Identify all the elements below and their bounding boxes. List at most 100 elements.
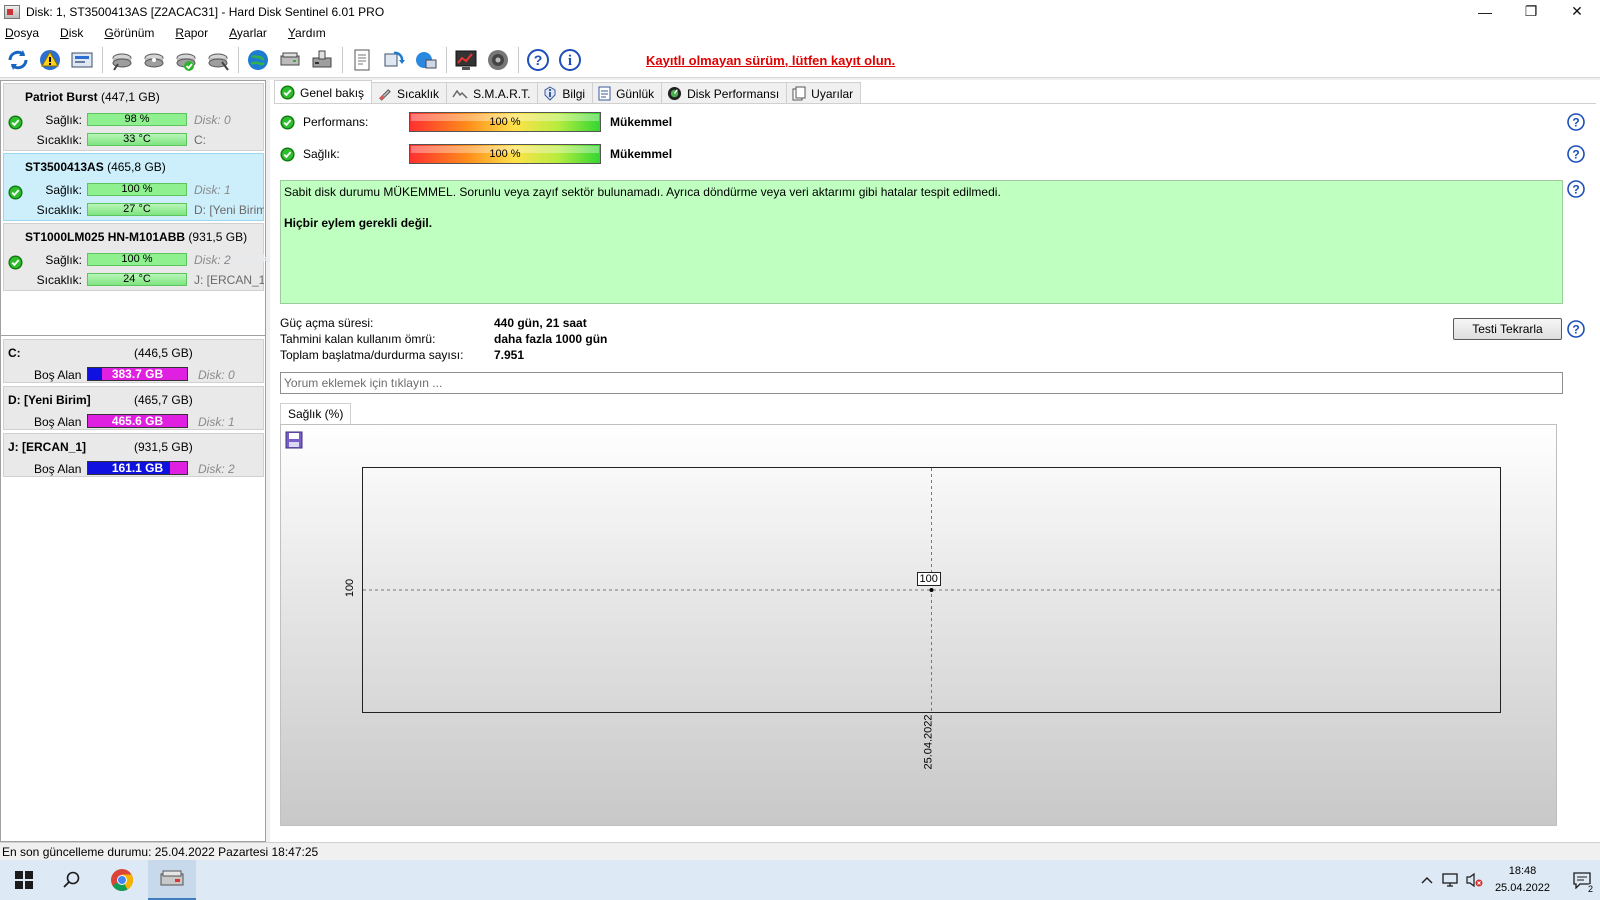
retest-button[interactable]: Testi Tekrarla (1453, 318, 1562, 340)
free-space-value: 383.7 GB (111, 367, 164, 381)
tab-label: Genel bakış (300, 85, 365, 100)
drive-letter: J: [ERCAN_1] (194, 273, 264, 287)
app-icon (4, 4, 20, 19)
menu-yardim[interactable]: Yardım (288, 26, 326, 40)
toolbar-separator (518, 47, 519, 73)
volume-muted-icon[interactable] (1464, 860, 1486, 900)
help-icon[interactable]: ? (1567, 320, 1585, 338)
health-chart: 100 25.04.2022 100 (280, 424, 1557, 826)
health-value: 100 % (489, 148, 521, 160)
status-ok-icon (280, 114, 295, 130)
start-button[interactable] (0, 860, 48, 900)
disk-entry[interactable]: ST1000LM025 HN-M101ABB (931,5 GB) Sağlık… (3, 223, 264, 291)
svg-text:?: ? (1572, 116, 1579, 130)
tab-label: Bilgi (562, 86, 586, 101)
clock[interactable]: 18:48 25.04.2022 (1495, 863, 1550, 897)
temperature-label: Sıcaklık: (36, 203, 82, 217)
comment-input[interactable]: Yorum eklemek için tıklayın ... (280, 372, 1563, 394)
log-icon (598, 86, 611, 101)
disk-size: (465,8 GB) (107, 160, 166, 174)
help-icon[interactable]: ? (1567, 113, 1585, 131)
disk-ok-icon[interactable] (172, 46, 200, 74)
smart-icon (452, 88, 468, 100)
disk-name: Patriot Burst (25, 90, 98, 104)
performance-rating: Mükemmel (610, 115, 673, 129)
performance-label: Performans: (303, 115, 369, 129)
volume-entry[interactable]: J: [ERCAN_1] (931,5 GB) Boş Alan 161.1 G… (3, 433, 264, 477)
lifetime-value: daha fazla 1000 gün (494, 332, 608, 346)
disk-tool-icon[interactable] (108, 46, 136, 74)
tab-disk-performance[interactable]: Disk Performansı (661, 82, 788, 104)
tab-log[interactable]: Günlük (592, 82, 663, 104)
volume-entry[interactable]: C: (446,5 GB) Boş Alan 383.7 GB Disk: 0 (3, 339, 264, 383)
temperature-label: Sıcaklık: (36, 273, 82, 287)
alerts-icon (792, 86, 806, 101)
hd-sentinel-taskbar-button[interactable] (148, 860, 196, 900)
volume-entry[interactable]: D: [Yeni Birim] (465,7 GB) Boş Alan 465.… (3, 386, 264, 430)
registration-warning-link[interactable]: Kayıtlı olmayan sürüm, lütfen kayıt olun… (646, 53, 895, 68)
network-icon[interactable] (412, 46, 440, 74)
title-bar: Disk: 1, ST3500413AS [Z2ACAC31] - Hard D… (0, 0, 1600, 23)
sync-icon[interactable] (380, 46, 408, 74)
notification-center-icon[interactable]: 2 (1565, 860, 1599, 900)
web-icon[interactable] (244, 46, 272, 74)
status-bar: En son güncelleme durumu: 25.04.2022 Paz… (0, 842, 1600, 860)
disk-size: (931,5 GB) (188, 230, 248, 244)
refresh-icon[interactable] (4, 46, 32, 74)
disk-info-icon[interactable] (276, 46, 304, 74)
chart-tab-health[interactable]: Sağlık (%) (280, 403, 352, 425)
disk-entry[interactable]: Patriot Burst (447,1 GB) Sağlık: 98 % Di… (3, 83, 264, 151)
health-label: Sağlık: (45, 253, 82, 267)
minimize-button[interactable]: — (1462, 0, 1508, 23)
free-space-label: Boş Alan (34, 462, 82, 476)
system-tray: 18:48 25.04.2022 2 (1415, 860, 1600, 900)
health-bar: 100 % (409, 144, 601, 164)
status-ok-icon (8, 185, 23, 200)
chrome-taskbar-button[interactable] (98, 860, 146, 900)
tab-overview[interactable]: Genel bakış (274, 80, 373, 104)
chart-icon[interactable] (452, 46, 480, 74)
menu-dosya[interactable]: Dosya (5, 26, 39, 40)
tab-temperature[interactable]: Sıcaklık (371, 82, 448, 104)
help-icon[interactable]: ? (524, 46, 552, 74)
maximize-button[interactable]: ❐ (1508, 0, 1554, 23)
tab-alerts[interactable]: Uyarılar (786, 82, 862, 104)
temperature-bar: 33 °C (87, 133, 187, 146)
volume-name: D: [Yeni Birim] (8, 393, 91, 407)
windows-icon (15, 871, 33, 889)
tab-label: Uyarılar (811, 86, 854, 101)
menu-rapor[interactable]: Rapor (175, 26, 208, 40)
info-icon[interactable]: i (556, 46, 584, 74)
start-stop-value: 7.951 (494, 348, 525, 362)
performance-bar: 100 % (409, 112, 601, 132)
tab-smart[interactable]: S.M.A.R.T. (446, 82, 539, 104)
help-icon[interactable]: ? (1567, 145, 1585, 163)
menu-disk[interactable]: Disk (60, 26, 83, 40)
document-icon[interactable] (348, 46, 376, 74)
disk-settings-icon[interactable] (204, 46, 232, 74)
search-button[interactable] (48, 860, 96, 900)
svg-text:?: ? (1572, 323, 1579, 337)
alert-icon[interactable] (36, 46, 64, 74)
menu-gorunum[interactable]: Görünüm (104, 26, 154, 40)
disk-export-icon[interactable] (308, 46, 336, 74)
disk-check-icon[interactable] (140, 46, 168, 74)
chevron-up-icon[interactable] (1416, 860, 1438, 900)
free-space-bar: 465.6 GB (87, 414, 188, 428)
status-ok-icon (8, 115, 23, 130)
disk-entry-selected[interactable]: ST3500413AS (465,8 GB) Sağlık: 100 % Dis… (3, 153, 264, 221)
speaker-icon[interactable] (484, 46, 512, 74)
tab-info[interactable]: Bilgi (537, 82, 594, 104)
health-label: Sağlık: (303, 147, 340, 161)
lifetime-label: Tahmini kalan kullanım ömrü: (280, 332, 436, 346)
power-on-value: 440 gün, 21 saat (494, 316, 587, 330)
save-icon[interactable] (285, 431, 303, 449)
menu-ayarlar[interactable]: Ayarlar (229, 26, 267, 40)
network-icon[interactable] (1440, 860, 1462, 900)
health-label: Sağlık: (45, 113, 82, 127)
help-icon[interactable]: ? (1567, 180, 1585, 198)
free-space-label: Boş Alan (34, 368, 82, 382)
close-button[interactable]: ✕ (1554, 0, 1600, 23)
report-icon[interactable] (68, 46, 96, 74)
health-row: Sağlık: 100 % Mükemmel (280, 144, 672, 164)
